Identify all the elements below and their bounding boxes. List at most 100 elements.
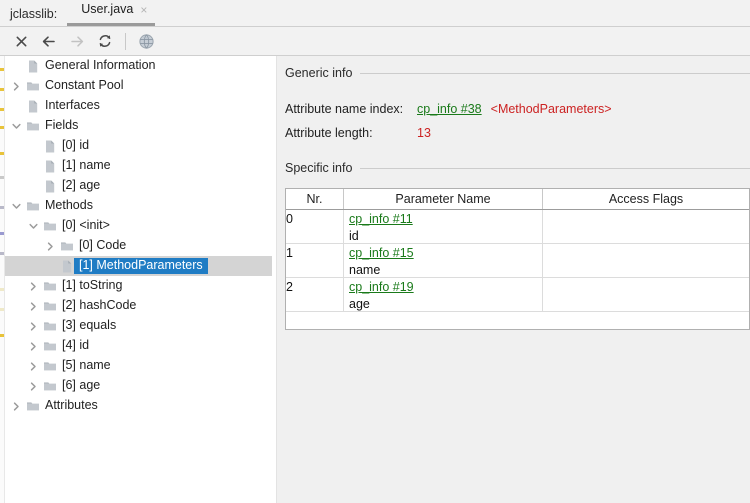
row-number: 2 <box>286 280 293 294</box>
cell-nr: 0 <box>286 210 344 243</box>
chevron-right-icon[interactable] <box>28 341 39 352</box>
tree-item-label: [2] hashCode <box>62 298 137 313</box>
tree-item-label: [3] equals <box>62 318 117 333</box>
tree-item-label: [0] <init> <box>62 218 110 233</box>
table-row[interactable]: 0 cp_info #11 id <box>286 210 749 244</box>
chevron-right-icon[interactable] <box>45 241 56 252</box>
tree-item-label: [5] name <box>62 358 111 373</box>
tree-item[interactable]: [0] <init> <box>5 216 272 236</box>
cp-info-link[interactable]: cp_info #11 <box>349 212 413 228</box>
reload-icon[interactable] <box>92 29 118 53</box>
column-header[interactable]: Parameter Name <box>344 189 543 209</box>
parameter-name-value: age <box>349 296 370 311</box>
tree-twisty-spacer <box>28 181 39 192</box>
tab-user-java[interactable]: User.java × <box>67 0 156 26</box>
cell-parameter-name: cp_info #19 age <box>344 278 543 311</box>
gutter-mark <box>0 206 4 209</box>
cell-nr: 1 <box>286 244 344 277</box>
tree-twisty-spacer <box>45 261 56 272</box>
tree-item[interactable]: General Information <box>5 56 272 76</box>
tree-item[interactable]: [6] age <box>5 376 272 396</box>
folder-icon <box>43 279 57 294</box>
folder-icon <box>43 319 57 334</box>
tree-item[interactable]: [1] toString <box>5 276 272 296</box>
back-icon[interactable] <box>36 29 62 53</box>
folder-icon <box>60 239 74 254</box>
tree-item-selected[interactable]: [1] MethodParameters <box>5 256 272 276</box>
tree-item-label: [6] age <box>62 378 101 393</box>
attribute-name-index-row: Attribute name index: cp_info #38 <Metho… <box>285 102 612 116</box>
chevron-right-icon[interactable] <box>28 321 39 332</box>
cp-info-link[interactable]: cp_info #19 <box>349 280 414 296</box>
app-name-label: jclasslib: <box>10 6 58 21</box>
tree-item-label: Attributes <box>45 398 98 413</box>
browse-globe-icon[interactable] <box>133 29 159 53</box>
tree-item-label: Interfaces <box>45 98 100 113</box>
table-header-row: Nr. Parameter Name Access Flags <box>286 189 749 210</box>
page-icon <box>26 99 40 114</box>
gutter-mark <box>0 176 4 179</box>
tree-item[interactable]: [2] age <box>5 176 272 196</box>
gutter-mark <box>0 308 4 311</box>
class-structure-tree[interactable]: General Information Constant Pool Interfac… <box>5 56 272 503</box>
tree-item[interactable]: [5] name <box>5 356 272 376</box>
page-icon <box>43 179 57 194</box>
tree-item-label: Methods <box>45 198 93 213</box>
chevron-right-icon[interactable] <box>11 401 22 412</box>
gutter-mark <box>0 88 4 91</box>
table-row[interactable]: 1 cp_info #15 name <box>286 244 749 278</box>
tree-item[interactable]: [2] hashCode <box>5 296 272 316</box>
tree-item-label: [1] toString <box>62 278 123 293</box>
specific-info-header: Specific info <box>277 161 750 175</box>
tree-item[interactable]: [1] name <box>5 156 272 176</box>
tree-twisty-spacer <box>28 141 39 152</box>
chevron-right-icon[interactable] <box>11 81 22 92</box>
tree-item[interactable]: Fields <box>5 116 272 136</box>
tree-item-label: [0] id <box>62 138 90 153</box>
close-icon[interactable] <box>8 29 34 53</box>
gutter-mark <box>0 288 4 291</box>
chevron-right-icon[interactable] <box>28 381 39 392</box>
chevron-down-icon[interactable] <box>11 121 22 132</box>
attribute-name-index-link[interactable]: cp_info #38 <box>417 102 482 116</box>
folder-icon <box>43 299 57 314</box>
tab-bar: jclasslib: User.java × <box>0 0 750 27</box>
toolbar <box>0 27 750 56</box>
method-parameters-table[interactable]: Nr. Parameter Name Access Flags 0 cp_info #1… <box>285 188 750 330</box>
row-number: 0 <box>286 212 293 226</box>
close-icon[interactable]: × <box>140 4 147 20</box>
chevron-right-icon[interactable] <box>28 281 39 292</box>
gutter-mark <box>0 108 4 111</box>
chevron-right-icon[interactable] <box>28 361 39 372</box>
column-header[interactable]: Access Flags <box>543 189 749 209</box>
tree-item[interactable]: [4] id <box>5 336 272 356</box>
chevron-right-icon[interactable] <box>28 301 39 312</box>
cp-info-link[interactable]: cp_info #15 <box>349 246 414 262</box>
tree-item-label: [1] name <box>62 158 111 173</box>
folder-icon <box>43 379 57 394</box>
chevron-down-icon[interactable] <box>11 201 22 212</box>
tree-item-label: [2] age <box>62 178 101 193</box>
row-number: 1 <box>286 246 293 260</box>
cell-parameter-name: cp_info #15 name <box>344 244 543 277</box>
tree-item-label: [4] id <box>62 338 90 353</box>
tree-item[interactable]: Methods <box>5 196 272 216</box>
gutter-mark <box>0 68 4 71</box>
cell-nr: 2 <box>286 278 344 311</box>
chevron-down-icon[interactable] <box>28 221 39 232</box>
column-header[interactable]: Nr. <box>286 189 344 209</box>
tree-item[interactable]: Attributes <box>5 396 272 416</box>
cell-access-flags <box>543 210 749 243</box>
attribute-name-index-note: <MethodParameters> <box>490 102 612 116</box>
page-icon <box>60 259 74 274</box>
gutter-mark <box>0 334 4 337</box>
tree-item[interactable]: [0] Code <box>5 236 272 256</box>
tree-item[interactable]: Constant Pool <box>5 76 272 96</box>
tree-item[interactable]: [3] equals <box>5 316 272 336</box>
section-divider <box>360 167 750 169</box>
tree-item[interactable]: Interfaces <box>5 96 272 116</box>
tree-item-label: Constant Pool <box>45 78 124 93</box>
attribute-name-index-label: Attribute name index: <box>285 102 404 116</box>
table-row[interactable]: 2 cp_info #19 age <box>286 278 749 312</box>
tree-item[interactable]: [0] id <box>5 136 272 156</box>
